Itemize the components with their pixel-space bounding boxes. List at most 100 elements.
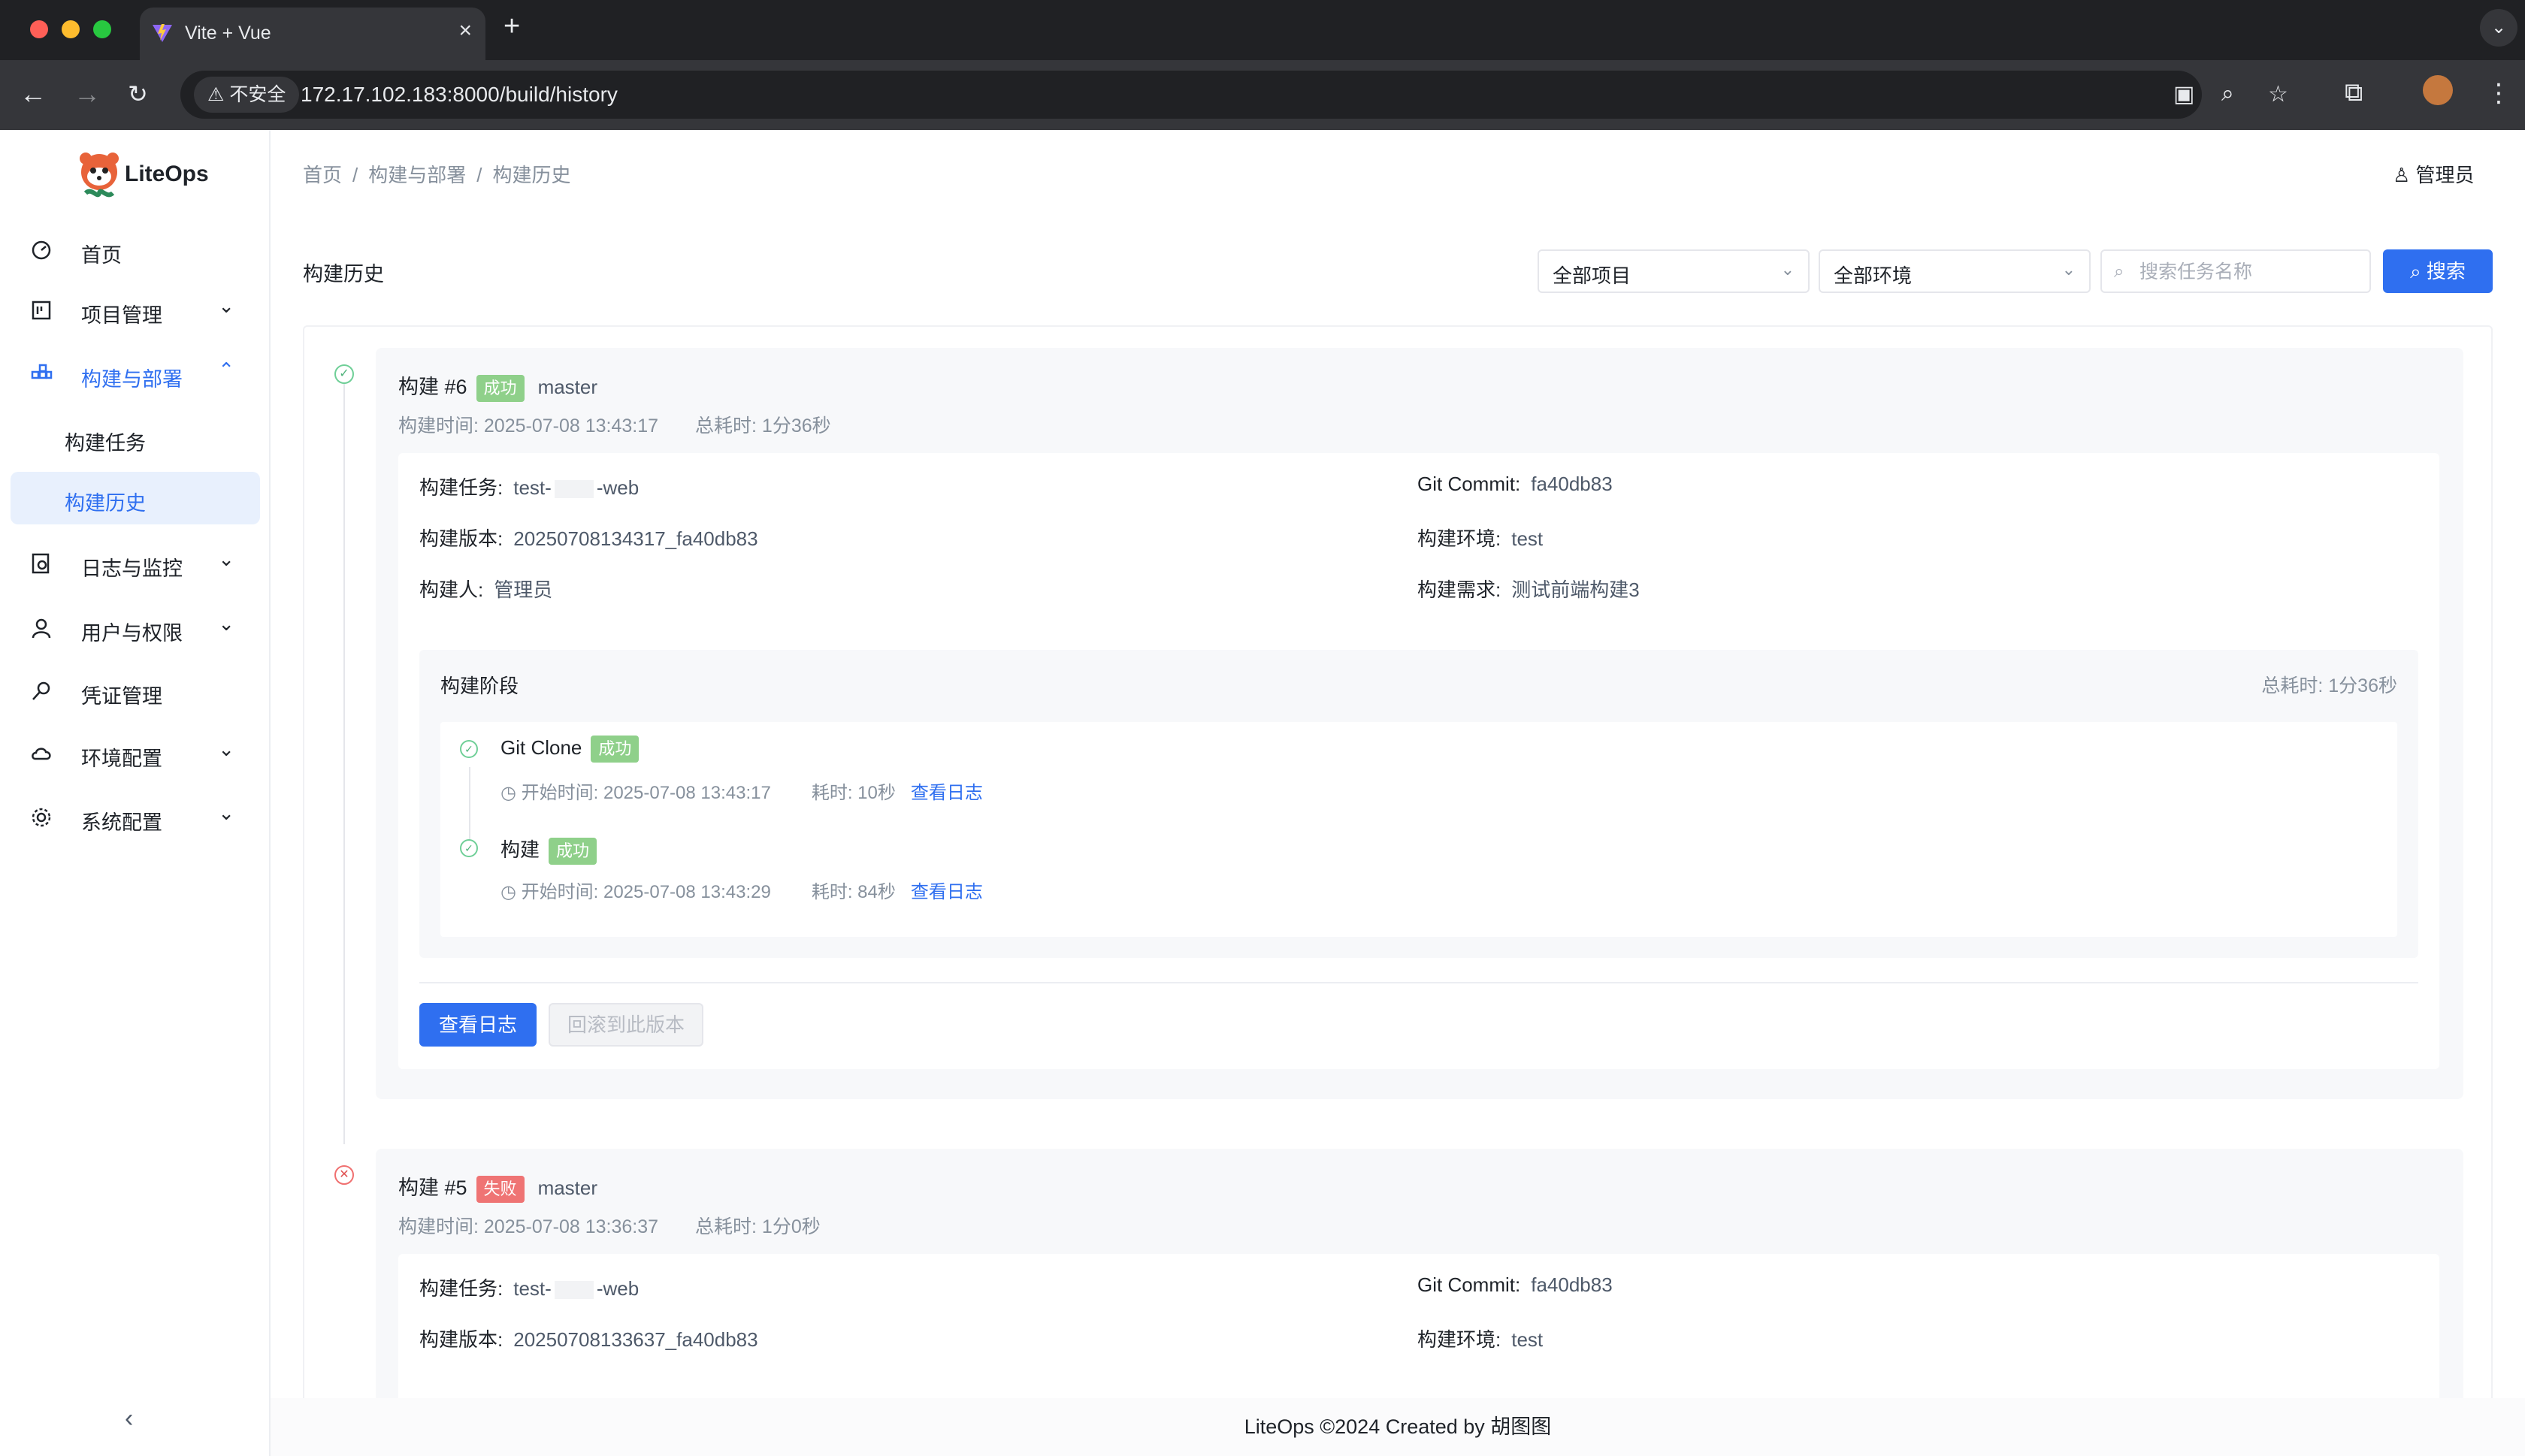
- view-log-button[interactable]: 查看日志: [419, 1003, 537, 1047]
- footer: LiteOps ©2024 Created by 胡图图: [271, 1398, 2525, 1456]
- address-bar[interactable]: ⚠ 不安全 172.17.102.183:8000/build/history …: [180, 71, 2288, 119]
- page-title: 构建历史: [303, 263, 384, 285]
- total-time-label: 总耗时:: [695, 1216, 757, 1237]
- chevron-down-icon: ⌄: [218, 738, 234, 760]
- sidebar-item-label: 环境配置: [81, 748, 162, 770]
- sidebar-item-build-deploy[interactable]: 构建与部署 ⌃: [0, 348, 271, 400]
- stages-total: 总耗时: 1分36秒: [2261, 671, 2397, 698]
- sidebar-item-home[interactable]: 首页: [0, 224, 271, 276]
- stage-item: Git Clone 成功: [500, 736, 652, 763]
- version-label: 构建版本:: [419, 1328, 503, 1351]
- search-button[interactable]: ⌕ 搜索: [2383, 249, 2493, 293]
- sidebar-item-users[interactable]: 用户与权限 ⌄: [0, 602, 271, 654]
- reload-icon[interactable]: ↻: [128, 80, 148, 108]
- back-icon[interactable]: ←: [20, 78, 47, 110]
- version-field: 构建版本: 20250708133637_fa40db83: [419, 1325, 758, 1352]
- search-button-label: 搜索: [2426, 260, 2466, 282]
- sidebar-subitem-build-tasks[interactable]: 构建任务: [0, 412, 271, 464]
- extensions-icon[interactable]: ⧉: [2345, 78, 2363, 107]
- commit-label: Git Commit:: [1417, 1273, 1521, 1296]
- minimize-window-button[interactable]: [62, 20, 80, 38]
- browser-tab[interactable]: Vite + Vue ×: [140, 8, 485, 60]
- total-time-label: 总耗时:: [695, 415, 757, 436]
- commit-value: fa40db83: [1531, 1273, 1613, 1296]
- app-root: LiteOps 首页 项目管理 ⌄ 构建与部署 ⌃ 构建任务 构建历史 日志与监…: [0, 130, 2525, 1456]
- sidebar-item-environment[interactable]: 环境配置 ⌄: [0, 727, 271, 780]
- close-window-button[interactable]: [30, 20, 48, 38]
- elapsed-label: 耗时:: [811, 783, 853, 803]
- zoom-icon[interactable]: ⌕: [2221, 81, 2234, 107]
- breadcrumb: 首页 / 构建与部署 / 构建历史: [303, 164, 571, 186]
- stage-list: ✓ Git Clone 成功 ◷ 开始时间: 2025-07-08 13:43:1…: [440, 722, 2397, 937]
- sidebar-item-label: 项目管理: [81, 304, 162, 327]
- total-time-value: 1分0秒: [761, 1216, 821, 1237]
- build-title: 构建 #6: [398, 376, 467, 398]
- tab-title: Vite + Vue: [185, 23, 271, 44]
- tab-close-icon[interactable]: ×: [458, 18, 472, 44]
- sidebar-item-logs[interactable]: 日志与监控 ⌄: [0, 537, 271, 590]
- bookmark-star-icon[interactable]: ☆: [2268, 81, 2288, 107]
- project-filter-select[interactable]: 全部项目 ⌄: [1538, 249, 1810, 293]
- cloud-icon: [32, 748, 51, 760]
- sidebar-item-credentials[interactable]: 凭证管理: [0, 665, 271, 717]
- breadcrumb-home[interactable]: 首页: [303, 164, 342, 186]
- browser-toolbar: ← → ↻ ⚠ 不安全 172.17.102.183:8000/build/hi…: [0, 60, 2525, 130]
- env-filter-value: 全部环境: [1834, 264, 1913, 287]
- build-card: 构建 #6 成功 master 构建时间: 2025-07-08 13:43:17 …: [376, 348, 2463, 1099]
- failed-status-icon: ✕: [334, 1165, 354, 1185]
- start-time-value: 2025-07-08 13:43:17: [603, 783, 771, 803]
- requirement-label: 构建需求:: [1417, 578, 1501, 601]
- user-menu[interactable]: ♙ 管理员: [2393, 160, 2475, 188]
- profile-avatar[interactable]: [2423, 75, 2453, 105]
- sidebar-item-label: 系统配置: [81, 811, 162, 834]
- sidebar-subitem-label: 构建任务: [65, 432, 146, 455]
- rollback-button[interactable]: 回滚到此版本: [549, 1003, 703, 1047]
- tab-search-button[interactable]: ⌄: [2480, 9, 2517, 47]
- sidebar-item-label: 构建与部署: [81, 368, 183, 391]
- elapsed-label: 耗时:: [811, 882, 853, 902]
- view-stage-log-link[interactable]: 查看日志: [911, 882, 983, 902]
- build-time-value: 2025-07-08 13:43:17: [483, 415, 659, 436]
- commit-field: Git Commit: fa40db83: [1417, 1273, 1613, 1297]
- env-field: 构建环境: test: [1417, 1325, 1543, 1352]
- elapsed-value: 10秒: [857, 783, 896, 803]
- clock-icon: ◷: [500, 783, 516, 803]
- forward-icon[interactable]: →: [74, 78, 101, 110]
- task-prefix: test-: [513, 476, 552, 499]
- requirement-field: 构建需求: 测试前端构建3: [1417, 575, 1640, 603]
- dashboard-icon: [32, 240, 51, 260]
- sidebar-item-projects[interactable]: 项目管理 ⌄: [0, 284, 271, 337]
- env-value: test: [1511, 527, 1544, 550]
- project-filter-value: 全部项目: [1553, 264, 1631, 287]
- build-card-header: 构建 #5 失败 master: [398, 1171, 597, 1203]
- env-filter-select[interactable]: 全部环境 ⌄: [1819, 249, 2091, 293]
- vite-icon: [153, 24, 172, 42]
- stages-title: 构建阶段: [440, 675, 519, 697]
- breadcrumb-build-deploy[interactable]: 构建与部署: [368, 164, 466, 186]
- builder-label: 构建人:: [419, 578, 484, 601]
- sidebar-subitem-build-history[interactable]: 构建历史: [11, 472, 260, 524]
- build-meta: 构建时间: 2025-07-08 13:36:37 总耗时: 1分0秒: [398, 1212, 821, 1239]
- build-history-panel[interactable]: ✓ 构建 #6 成功 master 构建时间: 2025-07-08 13:43:1…: [303, 325, 2493, 1456]
- browser-menu-icon[interactable]: ⋮: [2486, 78, 2511, 108]
- view-stage-log-link[interactable]: 查看日志: [911, 783, 983, 803]
- version-label: 构建版本:: [419, 527, 503, 550]
- logo-text: LiteOps: [125, 162, 209, 186]
- build-meta: 构建时间: 2025-07-08 13:43:17 总耗时: 1分36秒: [398, 411, 831, 438]
- env-field: 构建环境: test: [1417, 524, 1543, 551]
- start-time-label: 开始时间:: [521, 882, 599, 902]
- commit-field: Git Commit: fa40db83: [1417, 473, 1613, 496]
- security-indicator[interactable]: ⚠ 不安全: [194, 77, 300, 113]
- search-field[interactable]: ⌕: [2100, 249, 2371, 293]
- sidebar-subitem-label: 构建历史: [65, 492, 146, 515]
- version-field: 构建版本: 20250708134317_fa40db83: [419, 524, 758, 551]
- sidebar-item-system[interactable]: 系统配置 ⌄: [0, 791, 271, 844]
- search-input[interactable]: [2139, 258, 2357, 285]
- chevron-down-icon: ⌄: [218, 802, 234, 824]
- version-value: 20250708133637_fa40db83: [513, 1328, 758, 1351]
- maximize-window-button[interactable]: [93, 20, 111, 38]
- stage-meta: ◷ 开始时间: 2025-07-08 13:43:29 耗时: 84秒 查看日志: [500, 877, 983, 903]
- collapse-sidebar-icon[interactable]: ‹: [125, 1404, 133, 1433]
- new-tab-button[interactable]: +: [503, 11, 520, 43]
- translate-icon[interactable]: ▣: [2173, 81, 2194, 107]
